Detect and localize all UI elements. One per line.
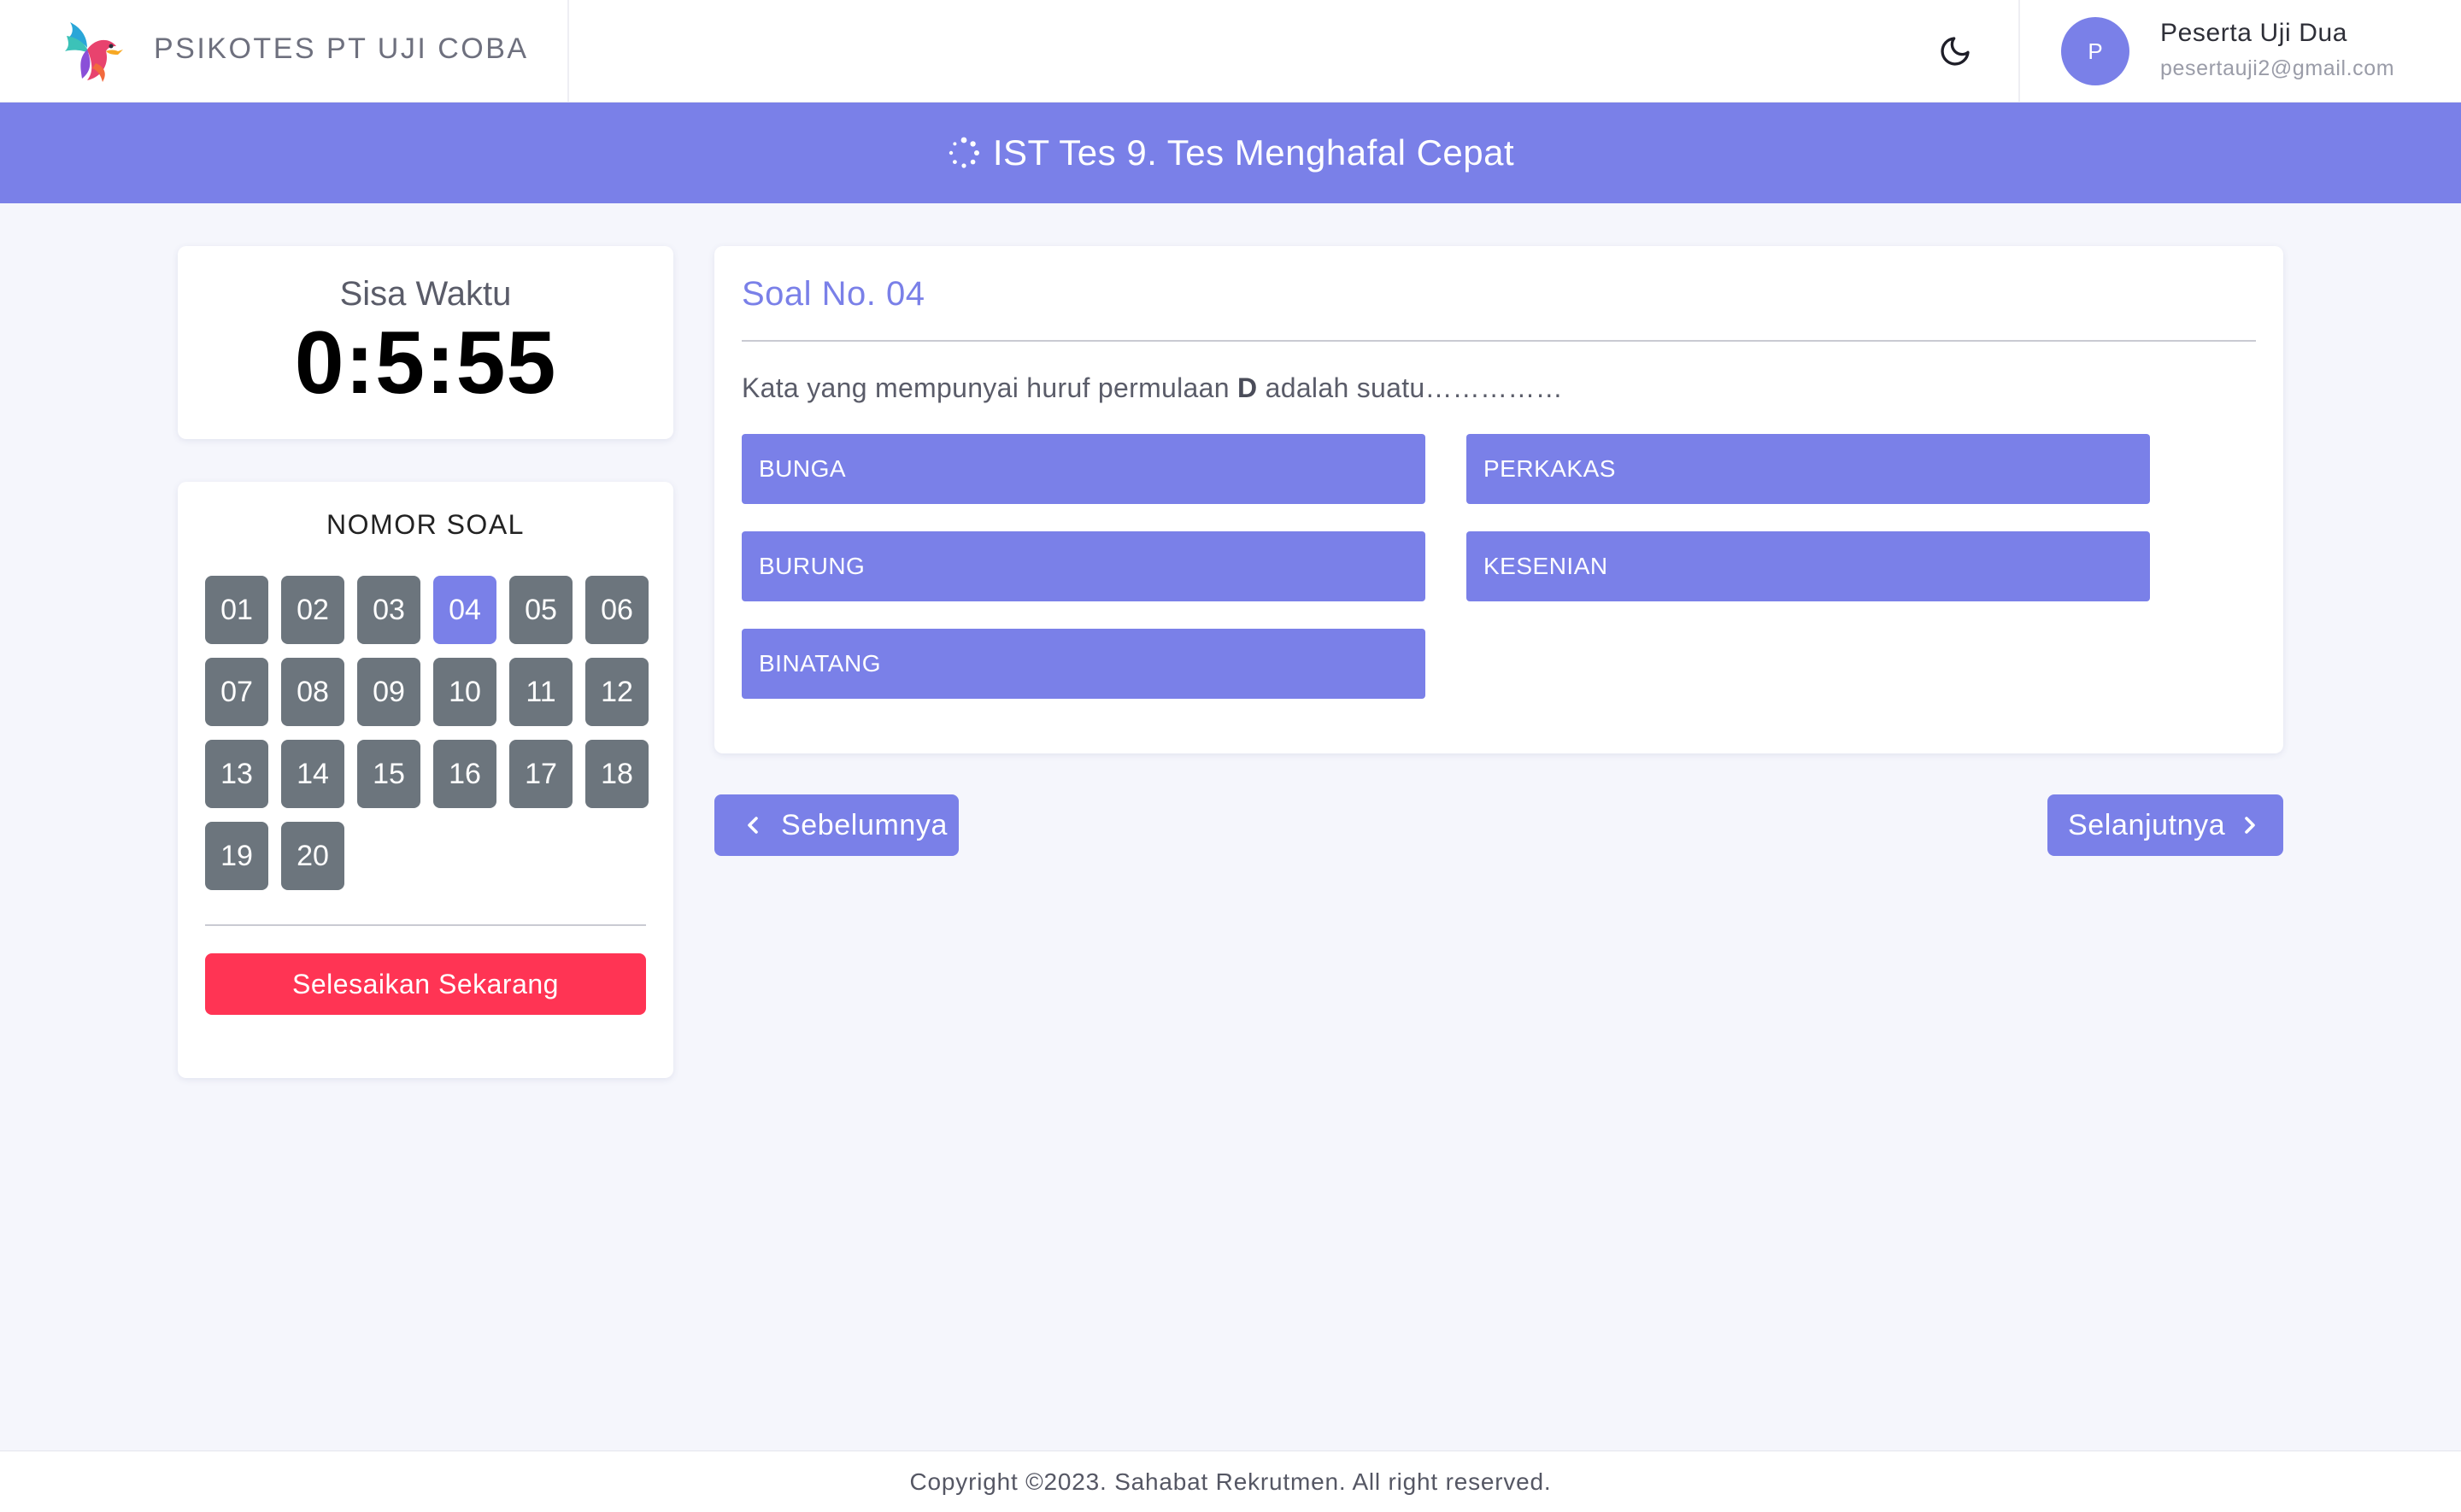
question-number-button[interactable]: 08 <box>281 658 344 726</box>
brand[interactable]: PSIKOTES PT UJI COBA <box>0 0 569 103</box>
question-number-button[interactable]: 05 <box>509 576 573 644</box>
question-number-button[interactable]: 11 <box>509 658 573 726</box>
question-number-button[interactable]: 19 <box>205 822 268 890</box>
question-text-emphasis: D <box>1237 372 1258 403</box>
moon-icon <box>1941 37 1970 66</box>
finish-now-button[interactable]: Selesaikan Sekarang <box>205 953 646 1015</box>
brand-title: PSIKOTES PT UJI COBA <box>154 32 529 65</box>
question-number-button[interactable]: 16 <box>433 740 496 808</box>
question-number-button[interactable]: 02 <box>281 576 344 644</box>
question-number-button[interactable]: 03 <box>357 576 420 644</box>
colorful-bird-logo-icon <box>65 22 123 82</box>
next-label: Selanjutnya <box>2068 808 2226 841</box>
question-card: Soal No. 04 Kata yang mempunyai huruf pe… <box>714 246 2283 753</box>
question-number-button[interactable]: 15 <box>357 740 420 808</box>
question-number-button[interactable]: 17 <box>509 740 573 808</box>
test-title: IST Tes 9. Tes Menghafal Cepat <box>992 132 1515 173</box>
divider <box>742 340 2256 342</box>
top-navbar: PSIKOTES PT UJI COBA P Peserta Uji Dua p… <box>0 0 2461 103</box>
question-number-button[interactable]: 12 <box>585 658 649 726</box>
previous-label: Sebelumnya <box>781 808 949 841</box>
question-text-part: Kata yang mempunyai huruf permulaan <box>742 372 1238 403</box>
divider <box>205 924 646 926</box>
question-number-button[interactable]: 06 <box>585 576 649 644</box>
timer-card: Sisa Waktu 0:5:55 <box>178 246 673 439</box>
user-name: Peserta Uji Dua <box>2160 19 2348 47</box>
timer-label: Sisa Waktu <box>339 275 512 313</box>
question-nav-card: NOMOR SOAL 01 02 03 04 05 06 07 08 09 10 11 12 13 14 1… <box>178 482 673 1078</box>
chevron-left-icon <box>748 817 758 834</box>
user-menu[interactable]: P Peserta Uji Dua pesertauji2@gmail.com <box>2018 0 2461 103</box>
question-number-button[interactable]: 01 <box>205 576 268 644</box>
question-number-button[interactable]: 04 <box>433 576 496 644</box>
question-nav-title: NOMOR SOAL <box>326 509 525 540</box>
answer-option[interactable]: BINATANG <box>742 629 1425 699</box>
test-title-banner: IST Tes 9. Tes Menghafal Cepat <box>0 103 2461 203</box>
spinner-icon <box>949 137 979 168</box>
footer: Copyright ©2023. Sahabat Rekrutmen. All … <box>0 1450 2461 1512</box>
question-number-button[interactable]: 18 <box>585 740 649 808</box>
question-number-button[interactable]: 09 <box>357 658 420 726</box>
copyright-text: Copyright ©2023. Sahabat Rekrutmen. All … <box>909 1468 1552 1495</box>
question-number-button[interactable]: 20 <box>281 822 344 890</box>
answer-option[interactable]: KESENIAN <box>1466 531 2150 601</box>
previous-button[interactable]: Sebelumnya <box>714 794 959 856</box>
next-button[interactable]: Selanjutnya <box>2047 794 2283 856</box>
answer-option[interactable]: PERKAKAS <box>1466 434 2150 504</box>
question-number-button[interactable]: 14 <box>281 740 344 808</box>
question-number-button[interactable]: 07 <box>205 658 268 726</box>
question-number-button[interactable]: 10 <box>433 658 496 726</box>
timer-value: 0:5:55 <box>294 314 557 413</box>
question-number-button[interactable]: 13 <box>205 740 268 808</box>
answer-option[interactable]: BUNGA <box>742 434 1425 504</box>
avatar[interactable]: P <box>2061 17 2129 85</box>
question-title: Soal No. 04 <box>742 275 925 313</box>
user-email: pesertauji2@gmail.com <box>2160 56 2395 80</box>
theme-toggle-button[interactable] <box>1933 29 1977 73</box>
answer-option[interactable]: BURUNG <box>742 531 1425 601</box>
question-text-part: adalah suatu…………… <box>1257 372 1564 403</box>
question-text: Kata yang mempunyai huruf permulaan D ad… <box>742 372 1563 404</box>
chevron-right-icon <box>2245 817 2256 834</box>
